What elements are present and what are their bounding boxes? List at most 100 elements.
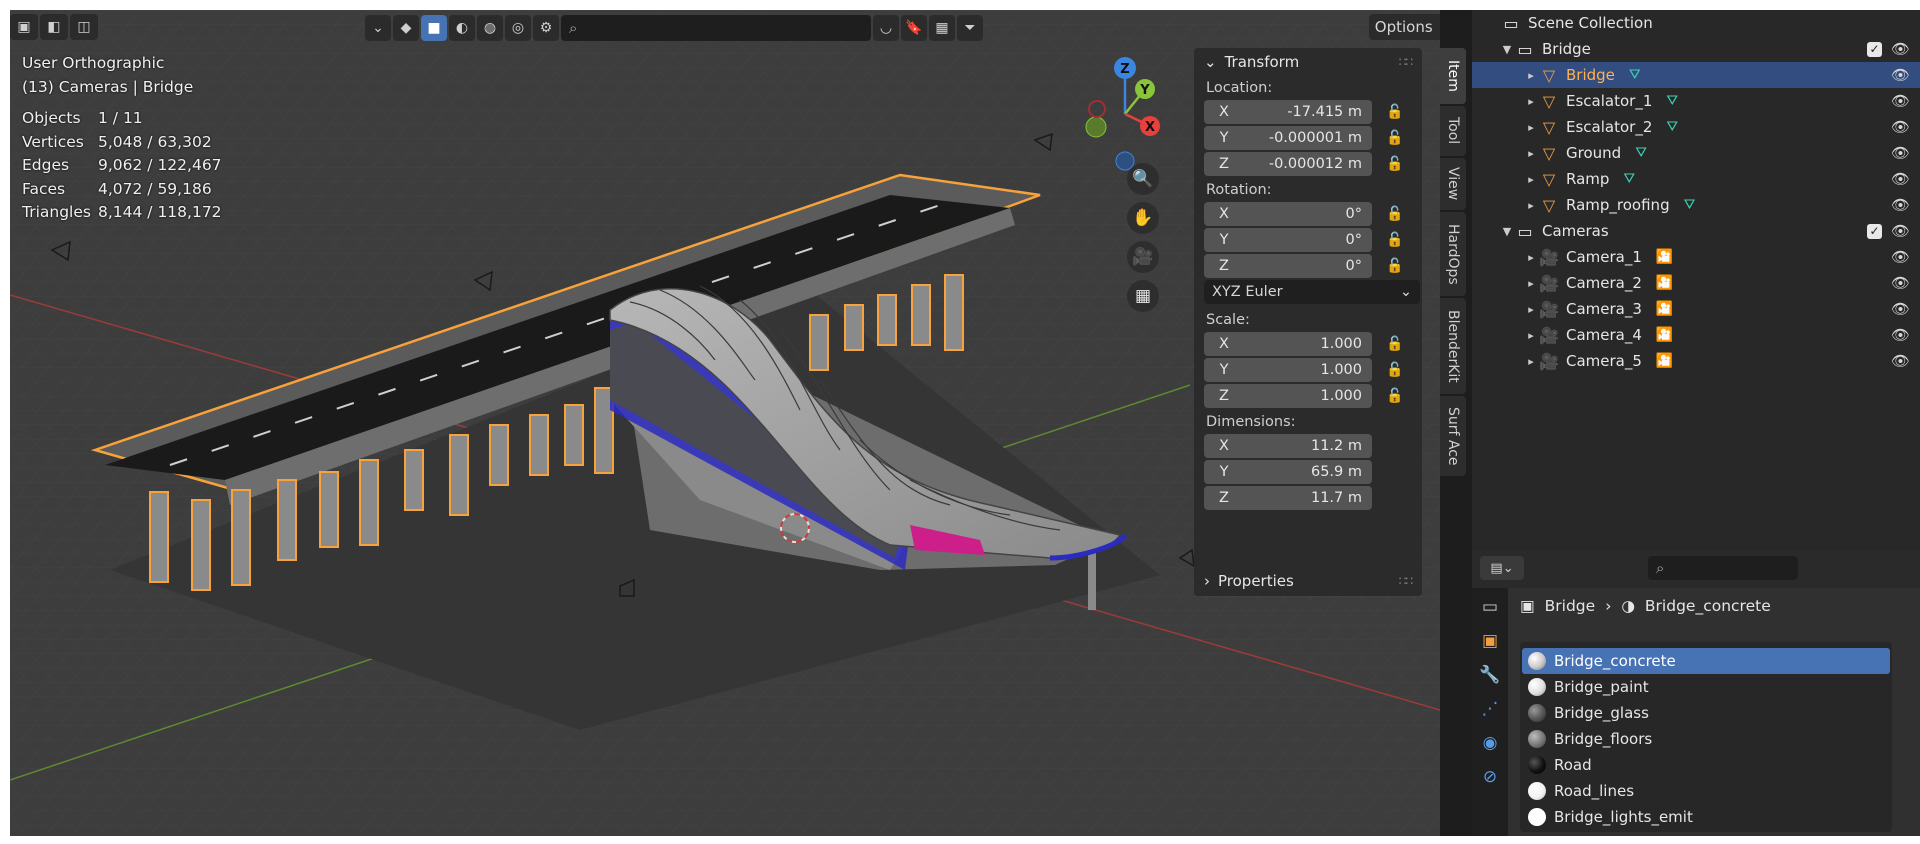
dimensions-y-field[interactable]: Y 65.9 m xyxy=(1204,460,1372,484)
drag-handle-icon[interactable]: ∷∷ xyxy=(1399,55,1413,69)
dimensions-x-field[interactable]: X 11.2 m xyxy=(1204,434,1372,458)
lock-icon[interactable]: 🔓 xyxy=(1384,153,1406,175)
mesh-data-icon[interactable]: ⛛ xyxy=(1635,145,1647,161)
outliner-row[interactable]: ▸ 🎥 Camera_1 🎦 👁 xyxy=(1472,244,1920,270)
properties-panel-header[interactable]: › Properties ∷∷ xyxy=(1194,566,1422,596)
tab-hardops[interactable]: HardOps xyxy=(1440,212,1466,296)
exclude-checkbox[interactable]: ✓ xyxy=(1867,41,1882,57)
transform-panel-header[interactable]: ⌄ Transform ∷∷ xyxy=(1194,48,1422,76)
filter-icon[interactable]: ⏷ xyxy=(957,15,983,41)
eye-icon[interactable]: 👁 xyxy=(1891,40,1910,58)
tab-surf-ace[interactable]: Surf Ace xyxy=(1440,396,1466,476)
expand-arrow-icon[interactable]: ▸ xyxy=(1524,147,1538,160)
exclude-checkbox[interactable]: ✓ xyxy=(1867,223,1882,239)
physics-icon[interactable]: ◉ xyxy=(1476,728,1504,758)
scale-z-field[interactable]: Z 1.000 xyxy=(1204,384,1372,408)
expand-arrow-icon[interactable]: ▸ xyxy=(1524,69,1538,82)
rotation-y-field[interactable]: Y 0° xyxy=(1204,228,1372,252)
eye-icon[interactable]: 👁 xyxy=(1891,274,1910,292)
mesh-data-icon[interactable]: ⛛ xyxy=(1623,171,1635,187)
location-z-field[interactable]: Z -0.000012 m xyxy=(1204,152,1372,176)
tab-view[interactable]: View xyxy=(1440,158,1466,210)
scale-y-field[interactable]: Y 1.000 xyxy=(1204,358,1372,382)
eye-icon[interactable]: 👁 xyxy=(1891,300,1910,318)
camera-data-icon[interactable]: 🎦 xyxy=(1656,301,1673,317)
location-y-field[interactable]: Y -0.000001 m xyxy=(1204,126,1372,150)
mesh-data-icon[interactable]: ⛛ xyxy=(1666,93,1678,109)
outliner-row[interactable]: ▸ ▽ Escalator_1 ⛛ 👁 xyxy=(1472,88,1920,114)
location-x-field[interactable]: X -17.415 m xyxy=(1204,100,1372,124)
rotation-mode-select[interactable]: XYZ Euler ⌄ xyxy=(1204,280,1420,304)
scene-tab-icon[interactable]: ▭ xyxy=(1476,592,1504,622)
constraints-icon[interactable]: ⊘ xyxy=(1476,762,1504,792)
lock-icon[interactable]: 🔓 xyxy=(1384,385,1406,407)
lock-icon[interactable]: 🔓 xyxy=(1384,359,1406,381)
navigation-gizmo[interactable]: Z Y X xyxy=(1065,54,1185,174)
bookmark-icon[interactable]: 🔖 xyxy=(901,15,927,41)
select-mode-subtract-icon[interactable]: ◫ xyxy=(70,14,98,40)
eye-icon[interactable]: 👁 xyxy=(1891,222,1910,240)
camera-data-icon[interactable]: 🎦 xyxy=(1656,275,1673,291)
pan-hand-icon[interactable]: ✋ xyxy=(1127,202,1159,234)
expand-arrow-icon[interactable]: ▼ xyxy=(1500,225,1514,238)
drag-handle-icon[interactable]: ∷∷ xyxy=(1399,574,1413,588)
particles-icon[interactable]: ⋰ xyxy=(1476,694,1504,724)
expand-arrow-icon[interactable]: ▸ xyxy=(1524,121,1538,134)
eye-icon[interactable]: 👁 xyxy=(1891,196,1910,214)
lock-icon[interactable]: 🔓 xyxy=(1384,101,1406,123)
grid-ortho-icon[interactable]: ▦ xyxy=(1127,280,1159,312)
rotation-z-field[interactable]: Z 0° xyxy=(1204,254,1372,278)
eye-icon[interactable]: 👁 xyxy=(1891,248,1910,266)
mesh-data-icon[interactable]: ⛛ xyxy=(1629,67,1641,83)
rendered-shading-icon[interactable]: ◍ xyxy=(477,15,503,41)
camera-data-icon[interactable]: 🎦 xyxy=(1656,249,1673,265)
viewport-search-input[interactable]: ⌕ xyxy=(561,15,871,41)
material-slot[interactable]: Bridge_lights_emit xyxy=(1522,804,1890,830)
eye-icon[interactable]: 👁 xyxy=(1891,170,1910,188)
object-tab-icon[interactable]: ▣ xyxy=(1476,626,1504,656)
camera-data-icon[interactable]: 🎦 xyxy=(1656,327,1673,343)
outliner-row[interactable]: ▸ 🎥 Camera_4 🎦 👁 xyxy=(1472,322,1920,348)
material-slot[interactable]: Road_lines xyxy=(1522,778,1890,804)
expand-arrow-icon[interactable]: ▸ xyxy=(1524,303,1538,316)
options-dropdown[interactable]: Options ⌄ xyxy=(1369,14,1440,40)
expand-arrow-icon[interactable]: ▸ xyxy=(1524,199,1538,212)
layout-icon[interactable]: ▦ xyxy=(929,15,955,41)
expand-arrow-icon[interactable]: ▸ xyxy=(1524,251,1538,264)
3d-viewport[interactable]: ⌄ ◆ ■ ◐ ◍ ◎ ⚙ ⌕ ◡ 🔖 ▦ ⏷ Options ⌄ User O… xyxy=(10,10,1440,836)
dimensions-z-field[interactable]: Z 11.7 m xyxy=(1204,486,1372,510)
shading-options-icon[interactable]: ⚙ xyxy=(533,15,559,41)
outliner-row[interactable]: ▼ ▭ Bridge ✓ 👁 xyxy=(1472,36,1920,62)
mesh-data-icon[interactable]: ⛛ xyxy=(1666,119,1678,135)
view-chevron-icon[interactable]: ⌄ xyxy=(365,15,391,41)
material-slot[interactable]: Bridge_paint xyxy=(1522,674,1890,700)
zoom-icon[interactable]: 🔍 xyxy=(1127,163,1159,195)
outliner-row[interactable]: ▭ Scene Collection xyxy=(1472,10,1920,36)
breadcrumb-material[interactable]: Bridge_concrete xyxy=(1645,597,1771,615)
select-mode-new-icon[interactable]: ▣ xyxy=(10,14,38,40)
modifier-wrench-icon[interactable]: 🔧 xyxy=(1476,660,1504,690)
select-mode-extend-icon[interactable]: ◧ xyxy=(40,14,68,40)
object-type-visibility-icon[interactable]: ◆ xyxy=(393,15,419,41)
lock-icon[interactable]: 🔓 xyxy=(1384,127,1406,149)
eye-icon[interactable]: 👁 xyxy=(1891,118,1910,136)
outliner-row[interactable]: ▸ ▽ Ramp_roofing ⛛ 👁 xyxy=(1472,192,1920,218)
eye-icon[interactable]: 👁 xyxy=(1891,352,1910,370)
expand-arrow-icon[interactable]: ▸ xyxy=(1524,329,1538,342)
outliner-row[interactable]: ▸ 🎥 Camera_3 🎦 👁 xyxy=(1472,296,1920,322)
breadcrumb-object[interactable]: Bridge xyxy=(1545,597,1596,615)
curve-icon[interactable]: ◡ xyxy=(873,15,899,41)
eye-icon[interactable]: 👁 xyxy=(1891,66,1910,84)
outliner-row[interactable]: ▸ ▽ Bridge ⛛ 👁 xyxy=(1472,62,1920,88)
lock-icon[interactable]: 🔓 xyxy=(1384,229,1406,251)
material-slot[interactable]: Bridge_floors xyxy=(1522,726,1890,752)
lock-icon[interactable]: 🔓 xyxy=(1384,333,1406,355)
lock-icon[interactable]: 🔓 xyxy=(1384,203,1406,225)
outliner-row[interactable]: ▸ 🎥 Camera_5 🎦 👁 xyxy=(1472,348,1920,374)
properties-search-input[interactable]: ⌕ xyxy=(1648,556,1798,580)
outliner-row[interactable]: ▸ ▽ Ramp ⛛ 👁 xyxy=(1472,166,1920,192)
neg-y-axis-handle[interactable] xyxy=(1085,116,1107,138)
material-slot[interactable]: Bridge_concrete xyxy=(1522,648,1890,674)
camera-view-icon[interactable]: 🎥 xyxy=(1127,241,1159,273)
expand-arrow-icon[interactable]: ▸ xyxy=(1524,95,1538,108)
